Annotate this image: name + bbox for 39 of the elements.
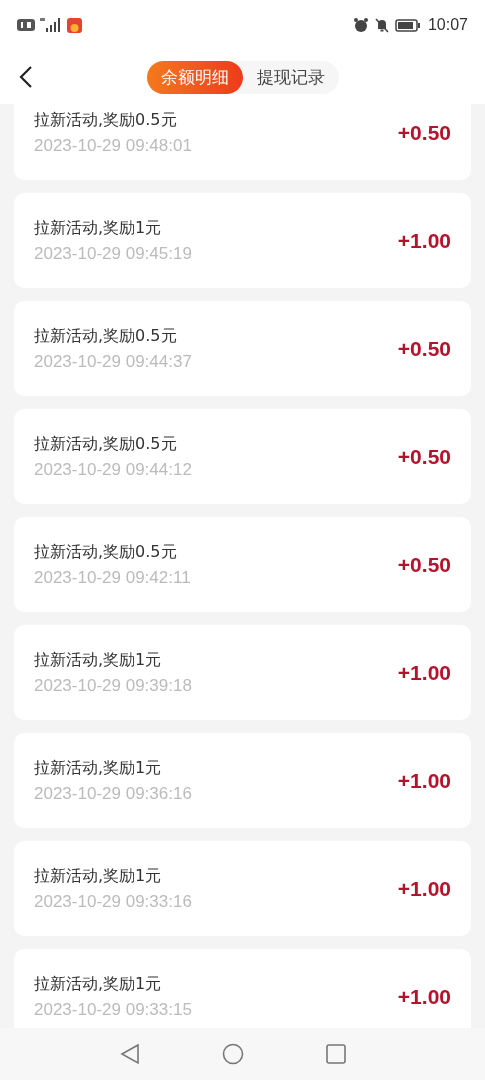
- record-title: 拉新活动,奖励1元: [34, 217, 163, 239]
- record-amount: +0.50: [397, 444, 451, 469]
- record-amount: +1.00: [397, 768, 451, 793]
- record-amount: +0.50: [397, 120, 451, 145]
- record-time: 2023-10-29 09:48:01: [34, 135, 192, 156]
- record-amount: +1.00: [397, 876, 451, 901]
- record-time: 2023-10-29 09:33:16: [34, 891, 192, 912]
- tab[interactable]: 余额明细: [146, 60, 243, 94]
- record-title: 拉新活动,奖励1元: [34, 649, 163, 671]
- back-icon[interactable]: [19, 65, 33, 89]
- app-icon: [67, 17, 82, 33]
- record-title: 拉新活动,奖励1元: [34, 757, 163, 779]
- record-amount: +0.50: [397, 552, 451, 577]
- alarm-icon: [352, 17, 369, 33]
- record-time: 2023-10-29 09:45:19: [34, 243, 192, 264]
- record-time: 2023-10-29 09:44:37: [34, 351, 192, 372]
- record-title: 拉新活动,奖励1元: [34, 973, 163, 995]
- record-title: 拉新活动,奖励0.5元: [34, 541, 178, 563]
- record-amount: +1.00: [397, 660, 451, 685]
- record-title: 拉新活动,奖励0.5元: [34, 433, 178, 455]
- mute-icon: [373, 17, 390, 33]
- record-amount: +1.00: [397, 984, 451, 1009]
- record-time: 2023-10-29 09:33:15: [34, 999, 192, 1020]
- record-time: 2023-10-29 09:44:12: [34, 459, 192, 480]
- clock-time: 10:07: [427, 16, 468, 34]
- record-time: 2023-10-29 09:39:18: [34, 675, 192, 696]
- record-amount: +0.50: [397, 336, 451, 361]
- tab[interactable]: 提现记录: [242, 60, 339, 94]
- signal-icon: [40, 18, 62, 32]
- record-time: 2023-10-29 09:42:11: [34, 567, 191, 588]
- record-title: 拉新活动,奖励0.5元: [34, 109, 178, 131]
- home-icon[interactable]: [221, 1043, 244, 1065]
- recents-icon[interactable]: [325, 1044, 346, 1064]
- record-title: 拉新活动,奖励1元: [34, 865, 163, 887]
- record-amount: +1.00: [397, 228, 451, 253]
- hd-icon: [17, 19, 35, 31]
- record-title: 拉新活动,奖励0.5元: [34, 325, 178, 347]
- battery-icon: [394, 18, 421, 32]
- record-time: 2023-10-29 09:36:16: [34, 783, 192, 804]
